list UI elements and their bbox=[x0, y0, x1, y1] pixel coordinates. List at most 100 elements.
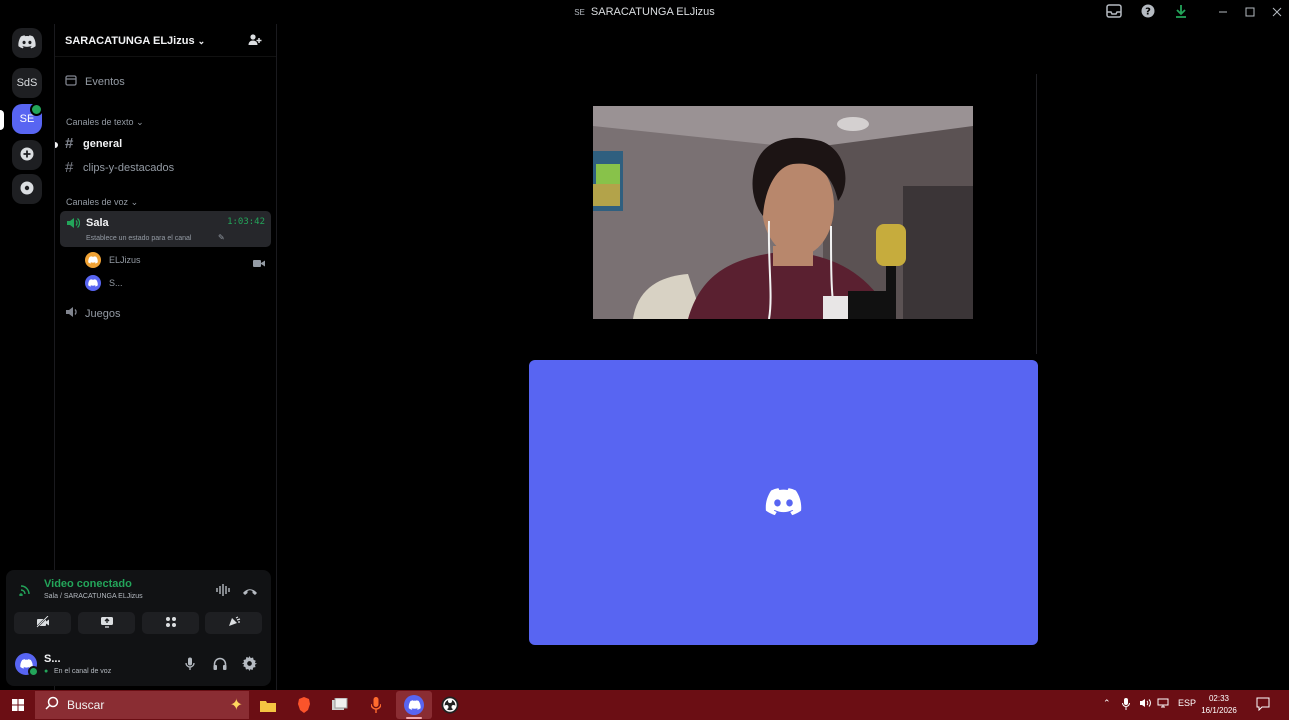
hashtag-icon: # bbox=[65, 135, 74, 152]
voice-member[interactable]: ELJizus bbox=[85, 252, 141, 268]
soundboard-icon bbox=[227, 615, 241, 631]
speaker-icon bbox=[66, 216, 81, 234]
invite-people-icon[interactable] bbox=[247, 33, 263, 49]
chevron-down-icon: ⌄ bbox=[130, 197, 139, 207]
clock[interactable]: 02:33 16/1/2026 bbox=[1199, 693, 1239, 717]
member-name: S... bbox=[109, 278, 123, 288]
taskbar-search[interactable]: Buscar ✦ bbox=[35, 691, 249, 719]
soundboard-button[interactable] bbox=[205, 612, 262, 634]
clock-date: 16/1/2026 bbox=[1201, 706, 1237, 715]
network-icon[interactable] bbox=[1157, 698, 1169, 710]
plus-icon bbox=[20, 147, 34, 164]
voice-location[interactable]: Sala / SARACATUNGA ELJizus bbox=[44, 593, 143, 600]
text-category-label: Canales de texto bbox=[66, 117, 134, 127]
text-category-header[interactable]: Canales de texto ⌄ bbox=[66, 117, 144, 128]
svg-text:?: ? bbox=[1145, 7, 1151, 18]
camera-icon bbox=[253, 255, 265, 273]
speaker-icon bbox=[65, 306, 79, 321]
user-name[interactable]: S... bbox=[44, 653, 61, 665]
microphone-tray-icon[interactable] bbox=[1122, 698, 1130, 712]
participant-tile[interactable] bbox=[529, 360, 1038, 645]
events-label: Eventos bbox=[85, 75, 125, 88]
language-indicator[interactable]: ESP bbox=[1178, 698, 1196, 708]
voice-connection-panel: Video conectado Sala / SARACATUNGA ELJiz… bbox=[6, 570, 271, 686]
avatar bbox=[85, 252, 101, 268]
chevron-up-icon[interactable]: ⌃ bbox=[1103, 698, 1111, 709]
chevron-down-icon: ⌄ bbox=[136, 117, 144, 127]
events-item[interactable]: Eventos bbox=[65, 74, 125, 89]
compass-icon bbox=[20, 181, 34, 198]
calendar-icon bbox=[65, 74, 77, 89]
active-server-pill bbox=[0, 110, 4, 130]
hashtag-icon: # bbox=[65, 159, 74, 176]
microphone-icon[interactable] bbox=[185, 657, 195, 676]
windows-app-icon[interactable] bbox=[328, 693, 352, 717]
signal-icon bbox=[19, 582, 33, 601]
camera-off-icon bbox=[35, 614, 50, 631]
discord-logo-icon bbox=[765, 488, 802, 521]
divider bbox=[55, 56, 276, 57]
voice-channel-juegos[interactable]: Juegos bbox=[65, 306, 120, 321]
sparkle-icon: ✦ bbox=[229, 697, 243, 714]
channel-status-placeholder[interactable]: Establece un estado para el canal bbox=[86, 235, 191, 242]
direct-messages-button[interactable] bbox=[12, 28, 42, 58]
add-server-button[interactable] bbox=[12, 140, 42, 170]
channel-clips-y-destacados[interactable]: # clips-y-destacados bbox=[65, 159, 174, 176]
camera-off-button[interactable] bbox=[14, 612, 71, 634]
pencil-icon[interactable]: ✎ bbox=[218, 233, 225, 242]
search-placeholder: Buscar bbox=[67, 698, 105, 712]
share-screen-button[interactable] bbox=[78, 612, 135, 634]
voice-status[interactable]: Video conectado bbox=[44, 578, 132, 590]
member-name: ELJizus bbox=[109, 255, 141, 265]
windows-start-icon[interactable] bbox=[6, 693, 30, 717]
server-sds[interactable]: SdS bbox=[12, 68, 42, 98]
voice-member[interactable]: S... bbox=[85, 275, 123, 291]
headphones-icon[interactable] bbox=[213, 657, 227, 676]
brave-browser-icon[interactable] bbox=[292, 693, 316, 717]
voice-category-label: Canales de voz bbox=[66, 197, 129, 207]
window-title-text: SARACATUNGA ELJizus bbox=[590, 6, 715, 18]
help-icon[interactable]: ? bbox=[1139, 4, 1157, 20]
user-status: En el canal de voz bbox=[54, 668, 112, 675]
inbox-icon[interactable] bbox=[1105, 4, 1123, 20]
title-bar: SE SARACATUNGA ELJizus ? bbox=[0, 0, 1289, 24]
notification-dot bbox=[30, 103, 43, 116]
minimize-icon[interactable] bbox=[1214, 4, 1232, 20]
user-avatar[interactable] bbox=[15, 653, 39, 677]
voice-category-header[interactable]: Canales de voz ⌄ bbox=[66, 197, 138, 208]
channel-name: Juegos bbox=[85, 307, 121, 320]
noise-suppression-icon[interactable] bbox=[216, 583, 230, 601]
disconnect-icon[interactable] bbox=[242, 584, 258, 602]
activities-button[interactable] bbox=[142, 612, 199, 634]
microphone-app-icon[interactable] bbox=[364, 693, 388, 717]
volume-icon[interactable] bbox=[1139, 698, 1151, 710]
divider bbox=[1036, 74, 1037, 354]
screen-share-icon bbox=[100, 616, 114, 631]
window-title: SE SARACATUNGA ELJizus bbox=[0, 6, 1289, 18]
clock-time: 02:33 bbox=[1208, 694, 1230, 703]
discord-logo-icon bbox=[18, 34, 36, 52]
taskbar: Buscar ✦ ⌃ ESP 02:33 16/1/2026 bbox=[0, 690, 1289, 720]
close-icon[interactable] bbox=[1268, 4, 1286, 20]
discord-app-icon[interactable] bbox=[402, 693, 426, 717]
notification-center-icon[interactable] bbox=[1256, 697, 1270, 713]
discover-button[interactable] bbox=[12, 174, 42, 204]
guild-header[interactable]: SARACATUNGA ELJizus ⌄ bbox=[65, 35, 205, 47]
settings-gear-icon[interactable] bbox=[242, 656, 257, 676]
avatar bbox=[85, 275, 101, 291]
obs-icon[interactable] bbox=[438, 693, 462, 717]
voice-status-icon: ● bbox=[44, 668, 49, 675]
download-icon[interactable] bbox=[1172, 4, 1190, 20]
unread-marker bbox=[55, 142, 58, 148]
channel-general[interactable]: # general bbox=[65, 135, 122, 152]
voice-timer: 1:03:42 bbox=[227, 217, 265, 227]
maximize-icon[interactable] bbox=[1241, 4, 1259, 20]
chevron-down-icon: ⌄ bbox=[197, 36, 206, 46]
activities-icon bbox=[165, 616, 177, 631]
guild-name: SARACATUNGA ELJizus bbox=[65, 35, 195, 47]
server-abbrev-icon: SE bbox=[574, 8, 585, 17]
voice-channel-sala[interactable]: Sala 1:03:42 Establece un estado para el… bbox=[60, 211, 271, 247]
channel-name: clips-y-destacados bbox=[83, 161, 175, 174]
file-explorer-icon[interactable] bbox=[256, 693, 280, 717]
webcam-video-tile[interactable] bbox=[593, 106, 973, 319]
